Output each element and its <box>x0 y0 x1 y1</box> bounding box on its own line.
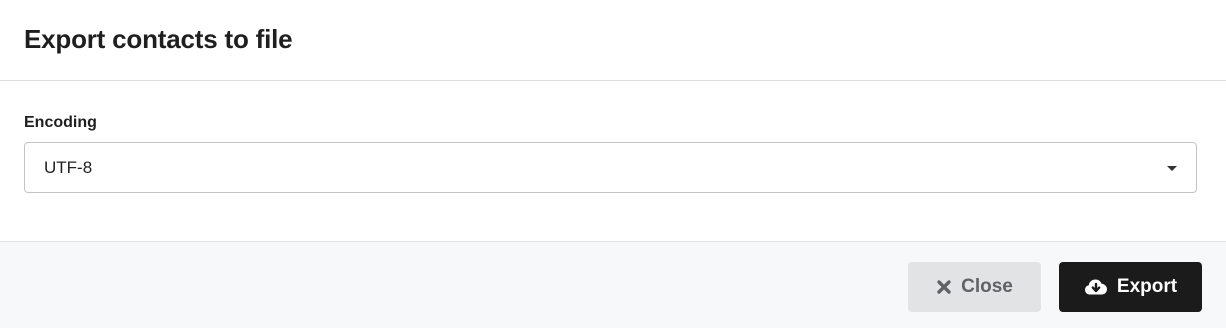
times-icon <box>936 279 952 295</box>
close-button-label: Close <box>961 276 1013 297</box>
encoding-select[interactable]: UTF-8 <box>24 142 1197 193</box>
dialog-body: Encoding UTF-8 <box>0 82 1226 241</box>
dialog-title: Export contacts to file <box>24 24 293 54</box>
encoding-select-value: UTF-8 <box>44 158 93 177</box>
export-button[interactable]: Export <box>1059 262 1202 312</box>
export-button-label: Export <box>1116 276 1178 297</box>
close-button[interactable]: Close <box>908 262 1041 312</box>
dialog-footer: Close Export <box>0 241 1226 328</box>
export-contacts-dialog: Export contacts to file Encoding UTF-8 C… <box>0 0 1226 328</box>
encoding-label: Encoding <box>24 114 97 131</box>
caret-down-icon <box>1167 166 1177 171</box>
dialog-header: Export contacts to file <box>0 0 1226 81</box>
cloud-download-icon <box>1084 278 1108 296</box>
